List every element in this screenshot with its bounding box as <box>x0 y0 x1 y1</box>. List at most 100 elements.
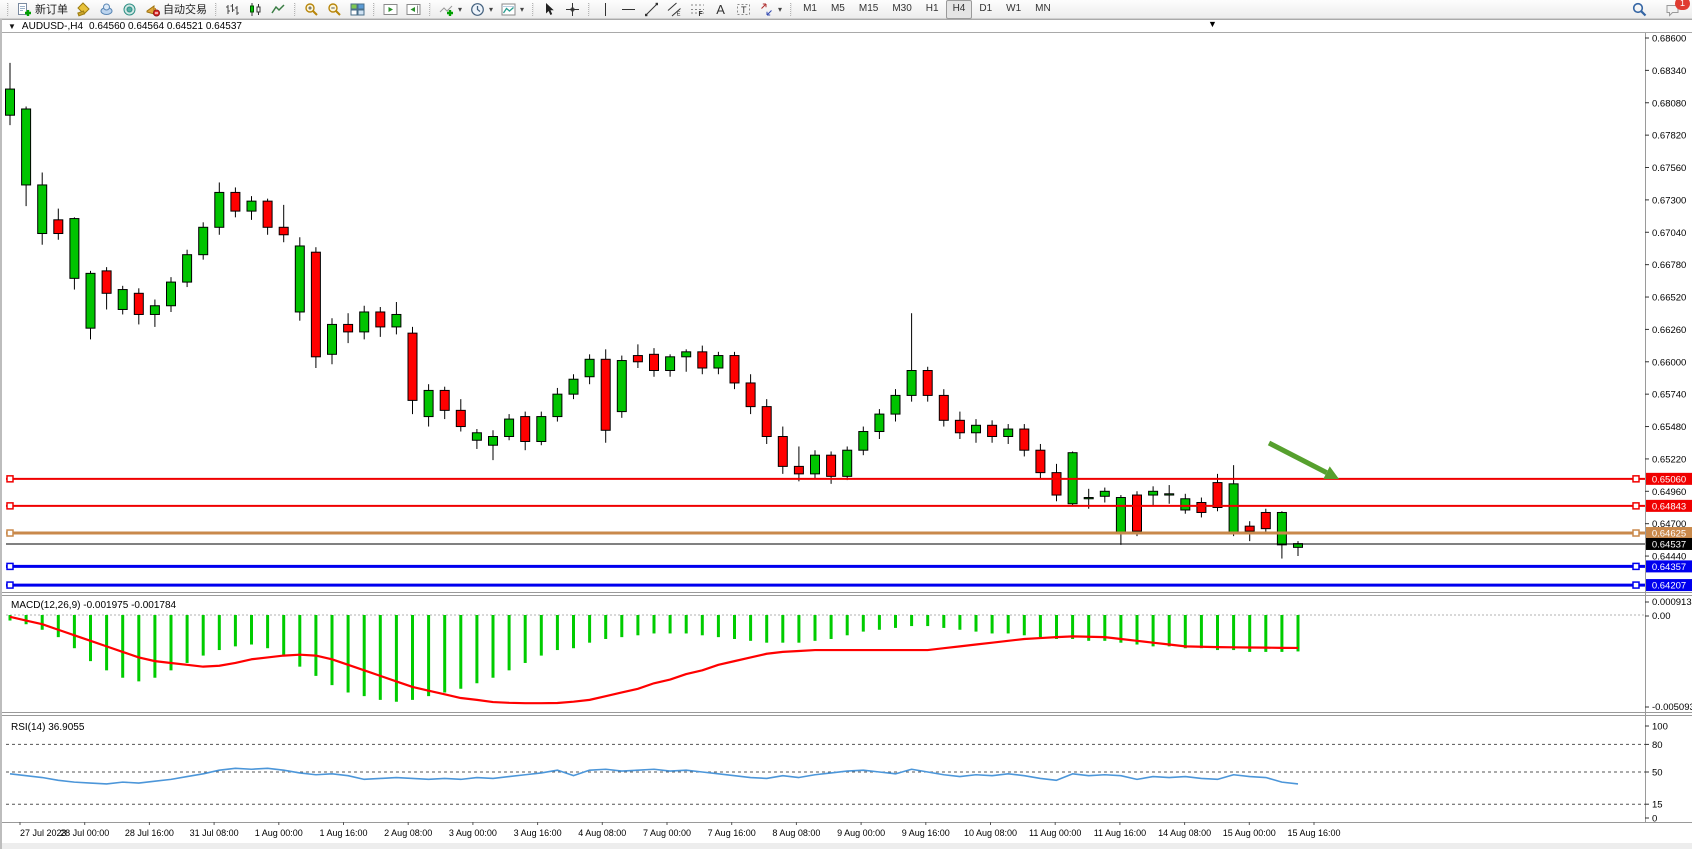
candle-body-down <box>730 356 739 383</box>
line-handle[interactable] <box>1633 476 1639 482</box>
trendline-button[interactable] <box>640 0 663 19</box>
candle-body-down <box>762 407 771 437</box>
timeframe-m5-button[interactable]: M5 <box>824 0 852 19</box>
timeframe-mn-button[interactable]: MN <box>1028 0 1058 19</box>
candle-body-up <box>150 306 159 315</box>
chart-plot-area[interactable] <box>6 33 1645 592</box>
chevron-down-icon[interactable]: ▾ <box>458 5 462 14</box>
fibonacci-button[interactable]: F <box>686 0 709 19</box>
time-tick-label: 3 Aug 00:00 <box>449 828 497 838</box>
candle-body-up <box>424 390 433 416</box>
candle-body-down <box>344 324 353 331</box>
candle-body-up <box>1004 429 1013 436</box>
candle-body-down <box>955 420 964 432</box>
collapse-arrow-icon[interactable]: ▼ <box>8 22 16 31</box>
notification-badge: 1 <box>1675 0 1690 10</box>
chevron-down-icon[interactable]: ▾ <box>520 5 524 14</box>
text-label-button[interactable]: T <box>732 0 755 19</box>
chat-button[interactable]: 1 <box>1661 0 1684 19</box>
line-handle[interactable] <box>1633 582 1639 588</box>
candle-body-up <box>1084 498 1093 499</box>
candle-body-up <box>328 324 337 354</box>
line-handle[interactable] <box>7 582 13 588</box>
timeframe-h4-button[interactable]: H4 <box>946 0 973 19</box>
timeframe-h1-button[interactable]: H1 <box>919 0 946 19</box>
new-order-button[interactable]: 新订单 <box>13 0 72 19</box>
candle-body-up <box>247 201 256 211</box>
chart-shift-button[interactable] <box>402 0 425 19</box>
metaeditor-button[interactable] <box>72 0 95 19</box>
templates-button[interactable]: ▾ <box>497 0 528 19</box>
chart-window: ▼ AUDUSD-,H4 0.64560 0.64564 0.64521 0.6… <box>0 19 1692 849</box>
macd-tick-label: -0.005093 <box>1652 702 1692 713</box>
candle-body-up <box>183 255 192 282</box>
chevron-down-icon[interactable]: ▾ <box>778 5 782 14</box>
vertical-line-button[interactable] <box>594 0 617 19</box>
rsi-tick-label: 100 <box>1652 722 1668 733</box>
candle-body-up <box>585 359 594 376</box>
macd-plot-area[interactable] <box>6 596 1645 712</box>
line-handle[interactable] <box>7 503 13 509</box>
line-chart-button[interactable] <box>267 0 290 19</box>
toolbar-separator <box>7 3 9 16</box>
candle-body-up <box>1149 491 1158 495</box>
candle-body-up <box>86 273 95 328</box>
autotrading-button[interactable]: 自动交易 <box>141 0 211 19</box>
candle-body-up <box>1116 498 1125 533</box>
timeframe-m1-button[interactable]: M1 <box>796 0 824 19</box>
templates-icon <box>501 2 516 17</box>
timeframe-m30-button[interactable]: M30 <box>885 0 918 19</box>
cursor-button[interactable] <box>538 0 561 19</box>
time-tick-label: 4 Aug 08:00 <box>578 828 626 838</box>
rsi-tick-label: 15 <box>1652 800 1663 811</box>
timeframe-d1-button[interactable]: D1 <box>972 0 999 19</box>
line-handle[interactable] <box>7 476 13 482</box>
bar-chart-button[interactable] <box>221 0 244 19</box>
tile-windows-button[interactable] <box>346 0 369 19</box>
data-window-button[interactable] <box>118 0 141 19</box>
search-button[interactable] <box>1628 0 1651 19</box>
line-handle[interactable] <box>1633 563 1639 569</box>
equidistant-channel-button[interactable]: E <box>663 0 686 19</box>
candle-body-down <box>440 390 449 410</box>
line-handle[interactable] <box>1633 503 1639 509</box>
price-tick-label: 0.67820 <box>1652 131 1686 142</box>
horizontal-line-button[interactable] <box>617 0 640 19</box>
candlestick-chart-button[interactable] <box>244 0 267 19</box>
periods-button[interactable]: ▾ <box>466 0 497 19</box>
price-tick-label: 0.68600 <box>1652 34 1686 45</box>
candle-body-up <box>859 432 868 451</box>
zoom-out-button[interactable] <box>323 0 346 19</box>
chart-plot: MACD(12,26,9) -0.001975 -0.001784 RSI(14… <box>2 33 1692 849</box>
candle-body-down <box>1036 450 1045 472</box>
line-handle[interactable] <box>7 530 13 536</box>
candle-body-up <box>199 227 208 254</box>
profiles-button[interactable] <box>95 0 118 19</box>
candle-body-down <box>698 352 707 368</box>
timeframe-w1-button[interactable]: W1 <box>999 0 1028 19</box>
indicators-button[interactable]: ▾ <box>435 0 466 19</box>
chart-title-bar[interactable]: ▼ AUDUSD-,H4 0.64560 0.64564 0.64521 0.6… <box>2 19 1692 33</box>
candle-body-down <box>601 359 610 430</box>
chart-shift-marker-icon[interactable]: ▼ <box>1208 19 1217 29</box>
price-tick-label: 0.65740 <box>1652 390 1686 401</box>
time-tick-label: 31 Jul 08:00 <box>190 828 239 838</box>
timeframe-m15-button[interactable]: M15 <box>852 0 885 19</box>
candle-body-down <box>521 417 530 442</box>
toolbar-separator <box>215 3 217 16</box>
zoom-in-button[interactable] <box>300 0 323 19</box>
trendline-icon <box>644 2 659 17</box>
crosshair-button[interactable] <box>561 0 584 19</box>
indicators-icon <box>439 2 454 17</box>
toolbar-separator <box>790 3 792 16</box>
candle-body-up <box>70 219 79 279</box>
time-tick-label: 3 Aug 16:00 <box>514 828 562 838</box>
line-handle[interactable] <box>7 563 13 569</box>
auto-scroll-button[interactable] <box>379 0 402 19</box>
text-button[interactable]: A <box>709 0 732 19</box>
arrows-button[interactable]: ▾ <box>755 0 786 19</box>
chevron-down-icon[interactable]: ▾ <box>489 5 493 14</box>
line-handle[interactable] <box>1633 530 1639 536</box>
candle-body-down <box>134 293 143 314</box>
search-icon <box>1632 2 1647 17</box>
